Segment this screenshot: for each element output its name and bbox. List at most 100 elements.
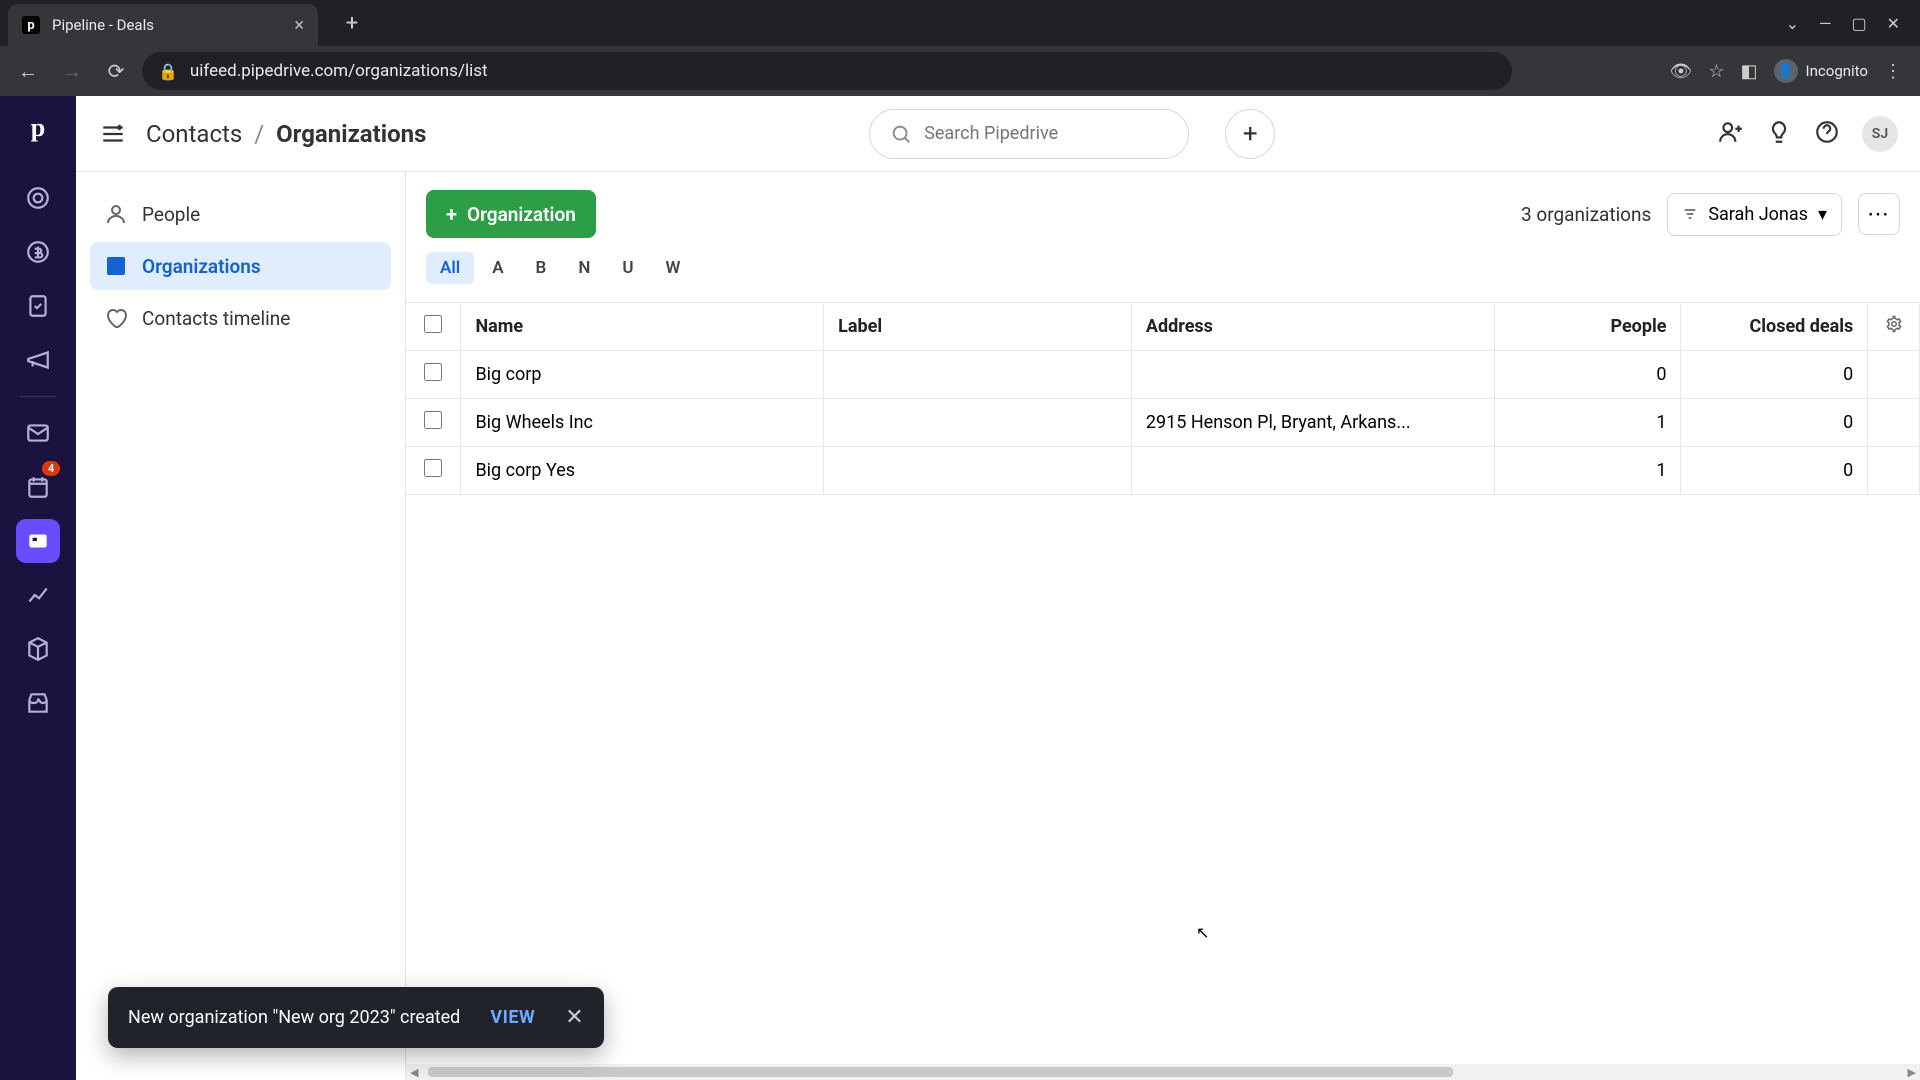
star-icon[interactable]: ☆: [1708, 61, 1724, 82]
forward-button[interactable]: →: [54, 53, 90, 89]
url-box[interactable]: 🔒 uifeed.pipedrive.com/organizations/lis…: [142, 52, 1512, 90]
menu-toggle[interactable]: [98, 119, 128, 149]
cell-label: [824, 399, 1132, 447]
rail-item-mail[interactable]: [16, 411, 60, 455]
rail-item-contacts[interactable]: [16, 519, 60, 563]
rail-item-calendar[interactable]: 4: [16, 465, 60, 509]
chevron-down-icon[interactable]: ⌄: [1786, 14, 1799, 33]
kebab-menu-icon[interactable]: ⋮: [1884, 61, 1902, 82]
row-checkbox[interactable]: [424, 411, 442, 429]
tab-bar: p Pipeline - Deals × + ⌄ — ▢ ✕: [0, 0, 1920, 46]
toast-notification: New organization "New org 2023" created …: [108, 987, 604, 1048]
cell-label: [824, 351, 1132, 399]
help-icon[interactable]: [1814, 119, 1840, 149]
lightbulb-icon[interactable]: [1766, 119, 1792, 149]
cell-closed-deals: 0: [1681, 399, 1868, 447]
scroll-left-icon[interactable]: ◀: [410, 1066, 418, 1079]
organizations-table: Name Label Address People Closed deals B…: [406, 303, 1920, 495]
alpha-tab-w[interactable]: W: [652, 252, 695, 284]
rail-item-deals[interactable]: [16, 230, 60, 274]
new-tab-button[interactable]: +: [336, 7, 368, 39]
row-checkbox[interactable]: [424, 363, 442, 381]
row-checkbox[interactable]: [424, 459, 442, 477]
sidebar-item-label: Organizations: [142, 255, 261, 278]
column-address[interactable]: Address: [1131, 303, 1494, 351]
rail-item-marketplace[interactable]: [16, 681, 60, 725]
scrollbar-thumb[interactable]: [428, 1067, 1452, 1077]
cell-address: [1131, 351, 1494, 399]
cell-name[interactable]: Big corp Yes: [461, 447, 824, 495]
browser-tab[interactable]: p Pipeline - Deals ×: [8, 4, 318, 46]
list-toolbar: + Organization 3 organizations Sarah Jon…: [406, 172, 1920, 238]
user-avatar[interactable]: SJ: [1862, 116, 1898, 152]
incognito-badge[interactable]: 👤 Incognito: [1774, 59, 1868, 83]
maximize-icon[interactable]: ▢: [1851, 14, 1866, 33]
toast-close-icon[interactable]: ✕: [565, 1005, 583, 1030]
sidebar-item-timeline[interactable]: Contacts timeline: [90, 294, 391, 342]
url-text: uifeed.pipedrive.com/organizations/list: [190, 61, 488, 81]
back-button[interactable]: ←: [10, 53, 46, 89]
sidebar-item-people[interactable]: People: [90, 190, 391, 238]
add-organization-button[interactable]: + Organization: [426, 190, 596, 238]
search-box[interactable]: [869, 109, 1189, 159]
rail-item-products[interactable]: [16, 627, 60, 671]
search-input[interactable]: [924, 123, 1168, 144]
eye-off-icon[interactable]: 👁: [1670, 61, 1693, 82]
heart-icon: [104, 306, 128, 330]
column-people[interactable]: People: [1494, 303, 1681, 351]
select-all-checkbox[interactable]: [424, 315, 442, 333]
table-row[interactable]: Big corp00: [406, 351, 1920, 399]
sidebar: People Organizations Contacts timeline: [76, 172, 406, 1080]
alpha-tab-all[interactable]: All: [426, 252, 474, 284]
breadcrumb-separator: /: [254, 120, 264, 148]
scroll-right-icon[interactable]: ▶: [1908, 1066, 1916, 1079]
alpha-tabs: All A B N U W: [406, 238, 1920, 302]
toast-view-link[interactable]: VIEW: [490, 1007, 535, 1028]
alpha-tab-u[interactable]: U: [608, 252, 647, 284]
rail-divider: [20, 396, 56, 397]
reload-button[interactable]: ⟳: [98, 53, 134, 89]
incognito-label: Incognito: [1806, 62, 1868, 80]
alpha-tab-n[interactable]: N: [564, 252, 604, 284]
column-closed-deals[interactable]: Closed deals: [1681, 303, 1868, 351]
owner-filter[interactable]: Sarah Jonas ▾: [1667, 193, 1842, 236]
person-icon: [104, 202, 128, 226]
cell-name[interactable]: Big corp: [461, 351, 824, 399]
rail-item-insights[interactable]: [16, 573, 60, 617]
rail-item-activities[interactable]: [16, 284, 60, 328]
search-icon: [890, 123, 912, 145]
cell-name[interactable]: Big Wheels Inc: [461, 399, 824, 447]
rail-item-target[interactable]: [16, 176, 60, 220]
brand-logo[interactable]: p: [20, 110, 56, 146]
main: Contacts / Organizations + SJ People: [76, 96, 1920, 1080]
alpha-tab-a[interactable]: A: [478, 252, 517, 284]
quick-add-button[interactable]: +: [1225, 109, 1275, 159]
minimize-icon[interactable]: —: [1819, 14, 1832, 33]
table-row[interactable]: Big Wheels Inc2915 Henson Pl, Bryant, Ar…: [406, 399, 1920, 447]
row-select[interactable]: [406, 399, 461, 447]
horizontal-scrollbar[interactable]: ◀ ▶: [406, 1064, 1920, 1080]
row-select[interactable]: [406, 447, 461, 495]
tab-favicon: p: [22, 16, 40, 34]
breadcrumb-root[interactable]: Contacts: [146, 120, 242, 148]
close-tab-icon[interactable]: ×: [294, 15, 304, 36]
add-button-label: Organization: [467, 203, 576, 226]
extension-icon[interactable]: ◧: [1741, 61, 1758, 82]
gear-icon: [1885, 315, 1903, 333]
sidebar-item-label: Contacts timeline: [142, 307, 290, 330]
column-name[interactable]: Name: [461, 303, 824, 351]
rail-item-campaigns[interactable]: [16, 338, 60, 382]
invite-icon[interactable]: [1718, 119, 1744, 149]
app: p 4 Contacts / Organizations: [0, 96, 1920, 1080]
cell-people: 0: [1494, 351, 1681, 399]
close-window-icon[interactable]: ✕: [1887, 14, 1900, 33]
table-row[interactable]: Big corp Yes10: [406, 447, 1920, 495]
more-actions-button[interactable]: ⋯: [1858, 193, 1900, 235]
column-settings[interactable]: [1868, 303, 1920, 351]
column-label[interactable]: Label: [824, 303, 1132, 351]
alpha-tab-b[interactable]: B: [522, 252, 561, 284]
row-select[interactable]: [406, 351, 461, 399]
select-all-header[interactable]: [406, 303, 461, 351]
plus-icon: +: [446, 202, 457, 226]
sidebar-item-organizations[interactable]: Organizations: [90, 242, 391, 290]
